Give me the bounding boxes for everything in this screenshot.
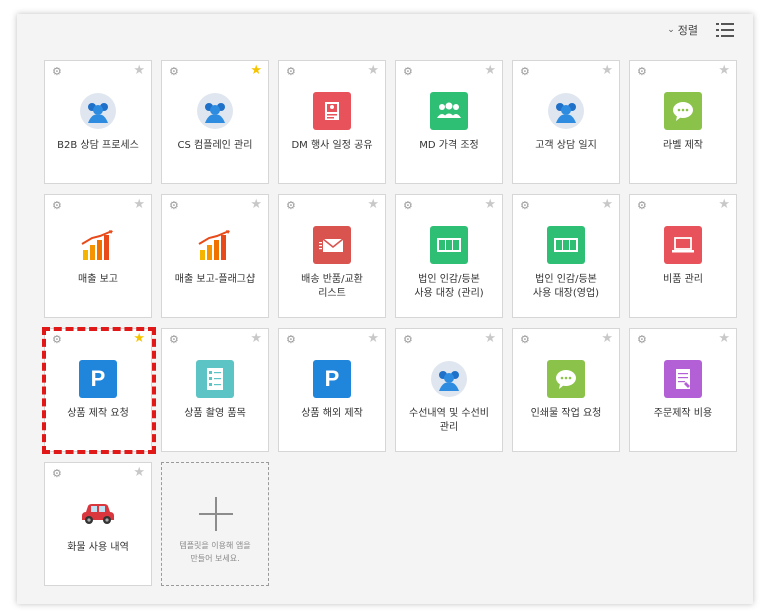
plus-icon — [199, 497, 233, 531]
app-card-label: 주문제작 비용 — [653, 408, 713, 419]
gear-icon[interactable]: ⚙ — [403, 333, 413, 346]
star-icon[interactable]: ★ — [718, 63, 730, 78]
app-card[interactable]: ⚙ ★ 비품 관리 — [629, 194, 737, 318]
app-card[interactable]: ⚙ ★ 화물 사용 내역 — [44, 462, 152, 586]
app-card[interactable]: ⚙ ★ 상품 촬영 품목 — [161, 328, 269, 452]
app-card[interactable]: ⚙ ★ CS 컴플레인 관리 — [161, 60, 269, 184]
toolbar: ⌄ 정렬 — [667, 22, 734, 38]
add-app-hint: 템플릿을 이용해 앱을 만들어 보세요. — [179, 541, 251, 563]
star-icon[interactable]: ★ — [484, 63, 496, 78]
app-card-label: 고객 상담 일지 — [535, 140, 597, 151]
chevron-down-icon: ⌄ — [667, 25, 675, 35]
gear-icon[interactable]: ⚙ — [520, 333, 530, 346]
gear-icon[interactable]: ⚙ — [169, 333, 179, 346]
p-icon: P — [312, 359, 352, 399]
order-form-icon — [663, 359, 703, 399]
gear-icon[interactable]: ⚙ — [637, 333, 647, 346]
app-card-label: CS 컴플레인 관리 — [177, 140, 253, 151]
gear-icon[interactable]: ⚙ — [403, 199, 413, 212]
gear-icon[interactable]: ⚙ — [286, 199, 296, 212]
car-icon — [78, 493, 118, 533]
app-card-label: MD 가격 조정 — [419, 140, 479, 151]
star-icon[interactable]: ★ — [133, 63, 145, 78]
star-icon[interactable]: ★ — [718, 197, 730, 212]
gear-icon[interactable]: ⚙ — [52, 199, 62, 212]
chat-bubble-icon — [663, 91, 703, 131]
app-card[interactable]: ⚙ ★ 주문제작 비용 — [629, 328, 737, 452]
checklist-icon — [195, 359, 235, 399]
star-icon[interactable]: ★ — [718, 331, 730, 346]
app-card-label: 화물 사용 내역 — [67, 542, 129, 553]
star-icon[interactable]: ★ — [367, 331, 379, 346]
gear-icon[interactable]: ⚙ — [637, 65, 647, 78]
star-icon[interactable]: ★ — [250, 63, 262, 78]
app-card-label: 비품 관리 — [663, 274, 703, 285]
people-icon — [78, 91, 118, 131]
gear-icon[interactable]: ⚙ — [169, 65, 179, 78]
sort-label: 정렬 — [677, 24, 698, 37]
star-icon[interactable]: ★ — [133, 197, 145, 212]
document-icon — [312, 91, 352, 131]
app-card-label: 법인 인감/등본 사용 대장(영업) — [532, 274, 600, 299]
star-icon[interactable]: ★ — [601, 197, 613, 212]
app-card[interactable]: ⚙ ★ 고객 상담 일지 — [512, 60, 620, 184]
gear-icon[interactable]: ⚙ — [52, 65, 62, 78]
app-card-label: DM 행사 일정 공유 — [291, 140, 373, 151]
gear-icon[interactable]: ⚙ — [403, 65, 413, 78]
app-card[interactable]: ⚙ ★ 법인 인감/등본 사용 대장 (관리) — [395, 194, 503, 318]
app-card-label: 상품 촬영 품목 — [184, 408, 246, 419]
stamp-icon — [546, 225, 586, 265]
app-card-label: 법인 인감/등본 사용 대장 (관리) — [414, 274, 484, 299]
app-card-label: 매출 보고-플래그샵 — [174, 274, 256, 285]
star-icon[interactable]: ★ — [367, 197, 379, 212]
app-card-label: 수선내역 및 수선비 관리 — [409, 408, 489, 433]
gear-icon[interactable]: ⚙ — [286, 65, 296, 78]
star-icon[interactable]: ★ — [250, 197, 262, 212]
star-icon[interactable]: ★ — [601, 63, 613, 78]
app-card[interactable]: ⚙ ★ 수선내역 및 수선비 관리 — [395, 328, 503, 452]
app-card[interactable]: ⚙ ★ MD 가격 조정 — [395, 60, 503, 184]
app-card[interactable]: ⚙ ★ 라벨 제작 — [629, 60, 737, 184]
app-card[interactable]: ⚙ ★ 매출 보고 — [44, 194, 152, 318]
people-icon — [429, 359, 469, 399]
app-card-label: 인쇄물 작업 요청 — [530, 408, 602, 419]
star-icon[interactable]: ★ — [601, 331, 613, 346]
bar-chart-icon — [195, 225, 235, 265]
gear-icon[interactable]: ⚙ — [520, 199, 530, 212]
mail-icon — [312, 225, 352, 265]
laptop-icon — [663, 225, 703, 265]
app-card-label: B2B 상담 프로세스 — [57, 140, 139, 151]
app-card[interactable]: ⚙ ★ 매출 보고-플래그샵 — [161, 194, 269, 318]
gear-icon[interactable]: ⚙ — [637, 199, 647, 212]
app-card-label: 매출 보고 — [78, 274, 118, 285]
people-icon — [195, 91, 235, 131]
highlight-box — [42, 327, 156, 454]
star-icon[interactable]: ★ — [484, 197, 496, 212]
app-card[interactable]: ⚙ ★ DM 행사 일정 공유 — [278, 60, 386, 184]
app-card[interactable]: ⚙ ★ B2B 상담 프로세스 — [44, 60, 152, 184]
star-icon[interactable]: ★ — [367, 63, 379, 78]
bar-chart-icon — [78, 225, 118, 265]
gear-icon[interactable]: ⚙ — [52, 467, 62, 480]
gear-icon[interactable]: ⚙ — [520, 65, 530, 78]
app-card-label: 라벨 제작 — [663, 140, 703, 151]
people-icon — [546, 91, 586, 131]
app-card[interactable]: ⚙ ★ 배송 반품/교환 리스트 — [278, 194, 386, 318]
gear-icon[interactable]: ⚙ — [169, 199, 179, 212]
app-card[interactable]: ⚙ ★ 인쇄물 작업 요청 — [512, 328, 620, 452]
star-icon[interactable]: ★ — [250, 331, 262, 346]
star-icon[interactable]: ★ — [484, 331, 496, 346]
app-card[interactable]: ⚙ ★ P 상품 해외 제작 — [278, 328, 386, 452]
gear-icon[interactable]: ⚙ — [286, 333, 296, 346]
app-card-label: 배송 반품/교환 리스트 — [301, 274, 363, 299]
star-icon[interactable]: ★ — [133, 465, 145, 480]
stamp-icon — [429, 225, 469, 265]
add-app-card[interactable]: 템플릿을 이용해 앱을 만들어 보세요. — [161, 462, 269, 586]
sort-button[interactable]: ⌄ 정렬 — [667, 22, 698, 38]
app-card[interactable]: ⚙ ★ 법인 인감/등본 사용 대장(영업) — [512, 194, 620, 318]
team-icon — [429, 91, 469, 131]
app-card-label: 상품 해외 제작 — [301, 408, 363, 419]
list-view-icon[interactable] — [716, 23, 734, 37]
chat-bubble-icon — [546, 359, 586, 399]
